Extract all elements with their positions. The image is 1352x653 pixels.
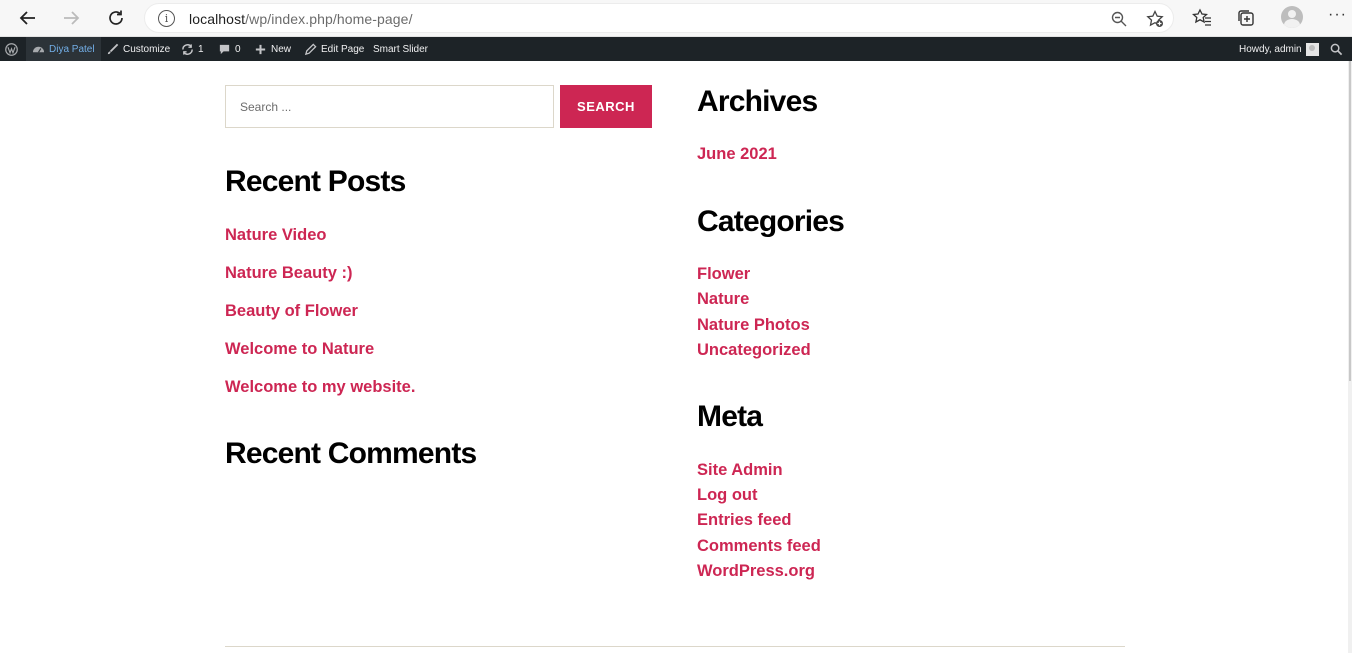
- address-url[interactable]: localhost/wp/index.php/home-page/: [189, 11, 413, 27]
- brush-icon: [107, 43, 119, 54]
- scrollbar-thumb[interactable]: [1349, 61, 1351, 381]
- add-favorite-icon[interactable]: [1146, 10, 1164, 28]
- meta-link[interactable]: WordPress.org: [697, 562, 815, 581]
- edit-page-label: Edit Page: [321, 43, 365, 55]
- search-button[interactable]: SEARCH: [560, 85, 652, 128]
- recent-post-link[interactable]: Nature Video: [225, 226, 326, 245]
- site-info-icon[interactable]: i: [158, 10, 175, 27]
- comments-count: 0: [235, 43, 241, 55]
- url-host: localhost: [189, 11, 246, 27]
- site-name-menu[interactable]: Diya Patel: [26, 37, 101, 61]
- recent-post-link[interactable]: Welcome to Nature: [225, 340, 374, 359]
- updates-menu[interactable]: 1: [181, 37, 204, 61]
- my-account-menu[interactable]: Howdy, admin: [1239, 37, 1319, 61]
- recent-post-link[interactable]: Nature Beauty :): [225, 264, 352, 283]
- category-link[interactable]: Nature Photos: [697, 316, 810, 335]
- meta-link[interactable]: Log out: [697, 486, 757, 505]
- recent-post-link[interactable]: Welcome to my website.: [225, 378, 415, 397]
- meta-link[interactable]: Site Admin: [697, 461, 783, 480]
- new-label: New: [271, 43, 292, 55]
- archive-link[interactable]: June 2021: [697, 145, 777, 164]
- adminbar-search[interactable]: [1330, 37, 1343, 61]
- category-link[interactable]: Nature: [697, 290, 749, 309]
- customize-menu[interactable]: Customize: [106, 37, 170, 61]
- updates-count: 1: [198, 43, 204, 55]
- wp-admin-bar: Diya Patel Customize 1 0 New Edit Page S…: [0, 37, 1352, 61]
- customize-label: Customize: [123, 43, 171, 55]
- comments-menu[interactable]: 0: [218, 37, 241, 61]
- recent-post-link[interactable]: Beauty of Flower: [225, 302, 358, 321]
- search-input[interactable]: Search ...: [225, 85, 554, 128]
- favorites-icon[interactable]: [1192, 8, 1212, 28]
- recent-comments-title: Recent Comments: [225, 437, 477, 470]
- zoom-icon[interactable]: [1110, 10, 1128, 28]
- wordpress-logo-icon: [5, 42, 18, 56]
- site-name-label: Diya Patel: [49, 43, 95, 55]
- updates-icon: [182, 43, 193, 55]
- url-path: /wp/index.php/home-page/: [245, 11, 413, 27]
- category-link[interactable]: Flower: [697, 265, 750, 284]
- search-placeholder: Search ...: [240, 100, 292, 114]
- user-avatar-icon: [1305, 42, 1319, 56]
- forward-button[interactable]: [57, 4, 85, 32]
- dashboard-icon: [32, 46, 45, 53]
- smart-slider-menu[interactable]: Smart Slider: [373, 37, 428, 61]
- pencil-icon: [304, 42, 317, 55]
- more-options-icon[interactable]: ···: [1328, 6, 1347, 24]
- comment-bubble-icon: [219, 44, 230, 54]
- footer-divider: [225, 646, 1125, 647]
- meta-link[interactable]: Entries feed: [697, 511, 791, 530]
- search-icon: [1330, 43, 1343, 55]
- back-arrow-icon: [19, 11, 35, 25]
- category-link[interactable]: Uncategorized: [697, 341, 811, 360]
- edit-page-menu[interactable]: Edit Page: [304, 37, 364, 61]
- howdy-label: Howdy, admin: [1239, 43, 1302, 55]
- profile-avatar-icon[interactable]: [1281, 6, 1303, 28]
- smart-slider-label: Smart Slider: [373, 43, 429, 55]
- meta-link[interactable]: Comments feed: [697, 537, 821, 556]
- archives-title: Archives: [697, 85, 818, 118]
- plus-icon: [255, 44, 266, 54]
- recent-posts-title: Recent Posts: [225, 165, 406, 198]
- forward-arrow-icon: [64, 11, 80, 25]
- back-button[interactable]: [14, 4, 42, 32]
- address-bar[interactable]: i localhost/wp/index.php/home-page/: [144, 3, 1174, 33]
- categories-title: Categories: [697, 205, 845, 238]
- page-content: Search ... SEARCH Recent Posts Nature Vi…: [0, 61, 1352, 653]
- wordpress-logo-menu[interactable]: [5, 37, 18, 61]
- page-scrollbar[interactable]: [1348, 61, 1352, 653]
- meta-title: Meta: [697, 400, 763, 433]
- reload-button[interactable]: [102, 4, 130, 32]
- browser-toolbar: i localhost/wp/index.php/home-page/ ···: [0, 0, 1352, 37]
- collections-icon[interactable]: [1236, 8, 1256, 28]
- reload-icon: [109, 10, 123, 25]
- new-content-menu[interactable]: New: [254, 37, 291, 61]
